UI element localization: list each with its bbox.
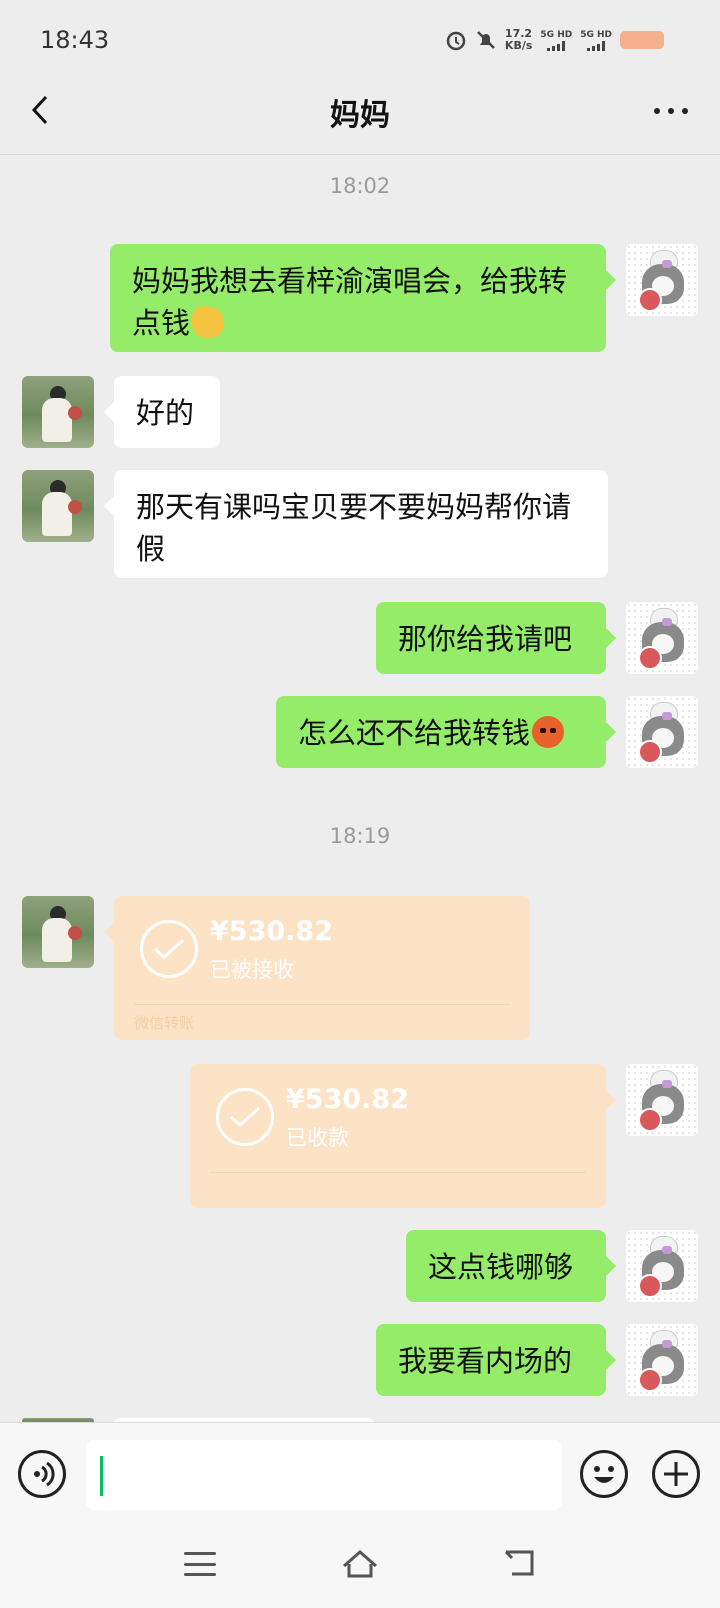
my-avatar[interactable] (626, 602, 698, 674)
transfer-card-outgoing[interactable]: ¥530.82 已收款 (190, 1064, 616, 1208)
check-circle-icon (216, 1088, 274, 1146)
menu-icon[interactable] (184, 1552, 216, 1576)
transfer-footer: 微信转账 (134, 1014, 195, 1032)
contact-avatar[interactable] (22, 896, 94, 968)
message-input[interactable] (86, 1440, 562, 1510)
divider (134, 1004, 510, 1005)
alarm-icon (446, 31, 466, 51)
message-text: 好的 (136, 396, 195, 430)
signal-icon: 5G HD (540, 30, 572, 51)
chat-title: 妈妈 (330, 98, 390, 133)
message-text: 我要看内场的 (398, 1344, 573, 1378)
contact-avatar[interactable] (22, 376, 94, 448)
back-icon[interactable] (502, 1548, 538, 1580)
smile-icon[interactable] (580, 1450, 628, 1498)
transfer-card-incoming[interactable]: ¥530.82 已被接收 微信转账 (104, 896, 530, 1040)
timestamp: 18:19 (329, 824, 391, 848)
my-avatar[interactable] (626, 1230, 698, 1302)
my-avatar[interactable] (626, 244, 698, 316)
message-bubble-outgoing[interactable]: 怎么还不给我转钱 (276, 696, 616, 768)
my-avatar[interactable] (626, 696, 698, 768)
message-bubble-outgoing[interactable]: 我要看内场的 (376, 1324, 616, 1396)
message-text: 这点钱哪够 (428, 1250, 574, 1284)
voice-icon[interactable] (18, 1450, 66, 1498)
transfer-amount: ¥530.82 (286, 1084, 409, 1115)
contact-avatar[interactable] (22, 470, 94, 542)
transfer-status: 已被接收 (210, 958, 294, 982)
signal-icon-2: 5G HD (580, 30, 612, 51)
sim1-label: 5G HD (540, 29, 573, 40)
message-bubble-outgoing[interactable]: 这点钱哪够 (406, 1230, 616, 1302)
more-dots-icon[interactable] (654, 108, 688, 114)
battery-icon (620, 31, 664, 49)
home-icon[interactable] (340, 1548, 380, 1580)
text-cursor (100, 1456, 103, 1496)
message-bubble-outgoing[interactable]: 妈妈我想去看梓渝演唱会，给我转点钱 (110, 244, 616, 352)
message-text: 怎么还不给我转钱 (298, 716, 531, 750)
message-bubble-outgoing[interactable]: 那你给我请吧 (376, 602, 616, 674)
my-avatar[interactable] (626, 1324, 698, 1396)
my-avatar[interactable] (626, 1064, 698, 1136)
net-speed-unit: KB/s (504, 39, 533, 52)
plus-icon[interactable] (652, 1450, 700, 1498)
check-circle-icon (140, 920, 198, 978)
message-bubble-incoming[interactable]: 那天有课吗宝贝要不要妈妈帮你请假 (104, 470, 608, 578)
status-time: 18:43 (40, 26, 110, 54)
timestamp: 18:02 (329, 174, 391, 198)
sim2-label: 5G HD (580, 29, 612, 40)
mute-icon (477, 31, 495, 49)
message-bubble-incoming[interactable]: 好的 (104, 376, 220, 448)
divider (210, 1172, 586, 1173)
angry-face-emoji (532, 716, 565, 748)
pray-hands-emoji (192, 306, 225, 338)
message-text: 那你给我请吧 (398, 622, 573, 656)
transfer-status: 已收款 (286, 1126, 349, 1150)
transfer-amount: ¥530.82 (210, 916, 333, 947)
message-text: 那天有课吗宝贝要不要妈妈帮你请假 (136, 490, 572, 566)
net-speed: 17.2 KB/s (505, 28, 532, 52)
status-icons: 17.2 KB/s 5G HD 5G HD (445, 28, 664, 52)
